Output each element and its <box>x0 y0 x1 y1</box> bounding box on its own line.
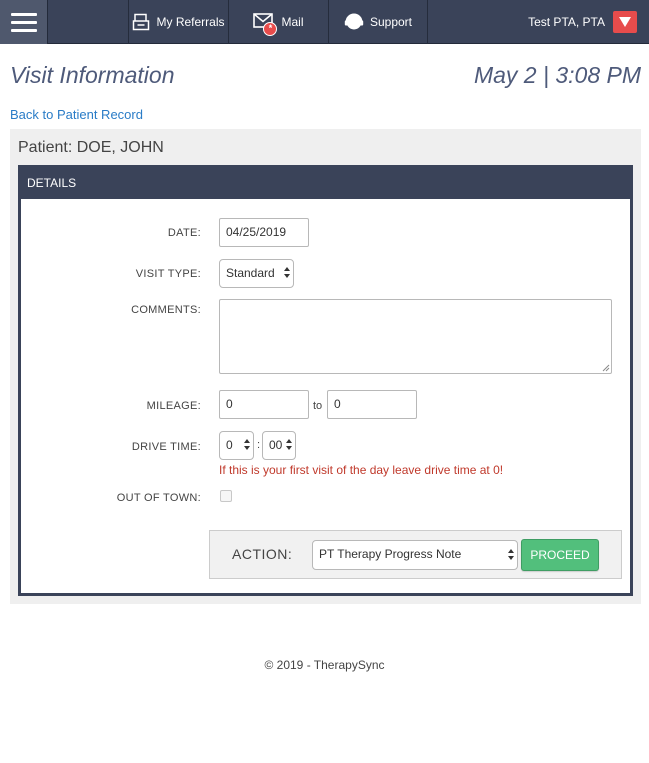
action-bar: ACTION: PT Therapy Progress Note PROCEED <box>209 530 622 579</box>
date-label: DATE: <box>167 227 201 239</box>
nav-my-referrals[interactable]: My Referrals <box>128 0 229 44</box>
hamburger-menu-icon[interactable] <box>0 0 48 44</box>
back-to-patient-link[interactable]: Back to Patient Record <box>10 107 143 122</box>
comments-textarea[interactable] <box>219 299 612 374</box>
resize-grip-icon[interactable] <box>602 364 610 372</box>
out-of-town-checkbox[interactable] <box>220 490 232 502</box>
select-arrows-icon <box>244 439 250 451</box>
drive-time-minutes-value: 00 <box>269 438 283 452</box>
top-navbar: My Referrals * Mail Support Test PTA, PT… <box>0 0 649 44</box>
mail-icon: * <box>253 13 278 36</box>
comments-label: COMMENTS: <box>131 304 201 316</box>
action-select[interactable]: PT Therapy Progress Note <box>312 540 518 570</box>
nav-referrals-label: My Referrals <box>156 15 225 29</box>
referrals-icon <box>133 13 150 31</box>
action-select-value: PT Therapy Progress Note <box>319 547 462 561</box>
page-title: Visit Information <box>10 62 175 88</box>
page-datetime: May 2 | 3:08 PM <box>473 62 641 88</box>
patient-section: Patient: DOE, JOHN DETAILS DATE: 04/25/2… <box>10 129 641 604</box>
drive-time-label: DRIVE TIME: <box>131 441 201 453</box>
user-name[interactable]: Test PTA, PTA <box>528 0 605 44</box>
drive-time-separator: : <box>257 439 261 451</box>
drive-time-hours-select[interactable]: 0 <box>219 431 254 460</box>
visit-type-select[interactable]: Standard <box>219 259 294 288</box>
nav-mail-label: Mail <box>281 15 304 29</box>
patient-name: Patient: DOE, JOHN <box>18 139 164 156</box>
nav-support[interactable]: Support <box>328 0 428 44</box>
mileage-to-input[interactable]: 0 <box>327 390 417 419</box>
out-of-town-label: OUT OF TOWN: <box>116 492 201 504</box>
visit-type-label: VISIT TYPE: <box>135 268 201 280</box>
details-heading: DETAILS <box>21 168 630 199</box>
mail-notification-badge: * <box>263 22 278 36</box>
select-arrows-icon <box>508 549 514 561</box>
support-headset-icon <box>344 13 364 30</box>
drive-time-warning: If this is your first visit of the day l… <box>219 463 504 477</box>
mileage-to-label: to <box>313 400 323 412</box>
nav-support-label: Support <box>369 15 413 29</box>
details-panel: DETAILS DATE: 04/25/2019 VISIT TYPE: Sta… <box>18 165 633 596</box>
nav-mail[interactable]: * Mail <box>228 0 329 44</box>
drive-time-minutes-select[interactable]: 00 <box>262 431 296 460</box>
visit-type-value: Standard <box>226 266 275 280</box>
user-dropdown-caret-icon[interactable] <box>613 11 637 33</box>
action-label: ACTION: <box>232 546 293 562</box>
proceed-button[interactable]: PROCEED <box>521 539 599 571</box>
date-input[interactable]: 04/25/2019 <box>219 218 309 247</box>
mileage-from-input[interactable]: 0 <box>219 390 309 419</box>
select-arrows-icon <box>284 267 290 279</box>
footer-copyright: © 2019 - TherapySync <box>264 658 385 672</box>
mileage-label: MILEAGE: <box>146 400 201 412</box>
select-arrows-icon <box>286 439 292 451</box>
drive-time-hours-value: 0 <box>226 438 233 452</box>
